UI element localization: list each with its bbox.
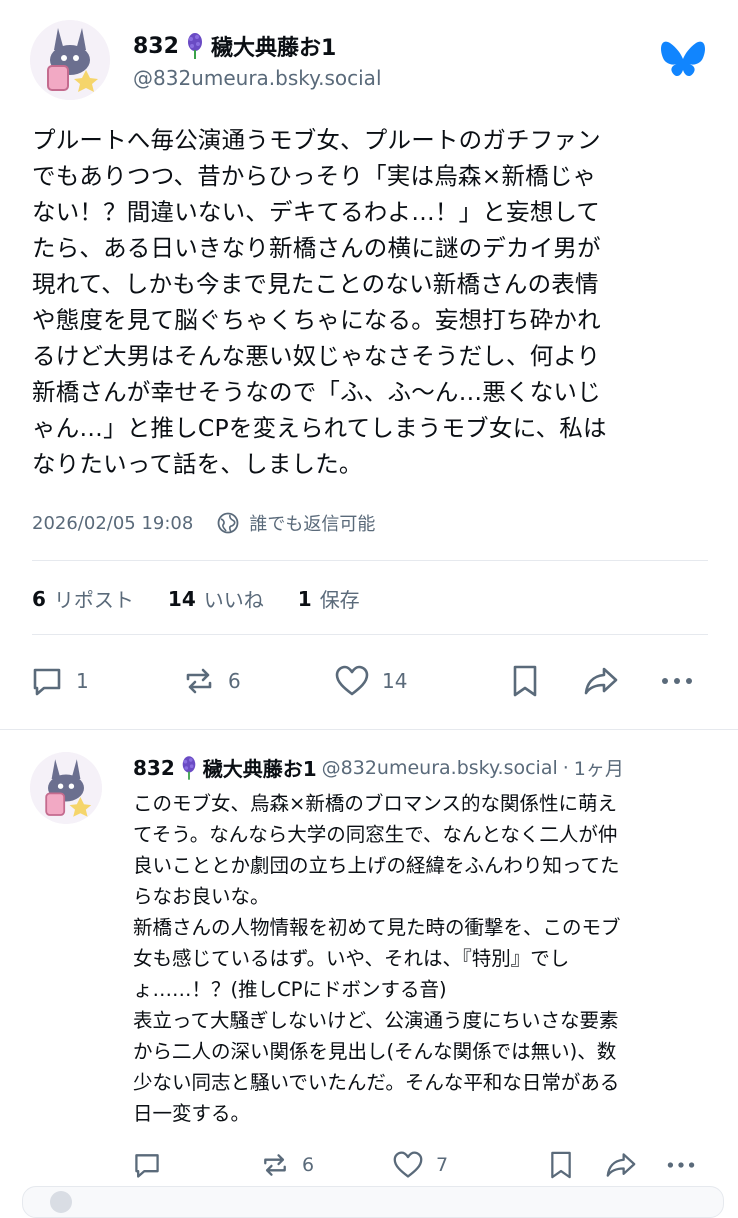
divider (32, 560, 708, 561)
composer-bar[interactable] (22, 1186, 724, 1218)
repost-button[interactable]: 6 (182, 664, 241, 698)
share-icon (606, 1153, 636, 1177)
reply-reply-button[interactable] (132, 1150, 174, 1180)
bookmark-icon (551, 1151, 571, 1179)
reply-repost-count: 6 (302, 1154, 315, 1176)
more-icon (662, 678, 692, 684)
reply-body-line: ょ……！？(推しCPにドボンする音) (133, 978, 447, 1001)
reply-body-line: このモブ女、烏森×新橋のブロマンス的な関係性に萌え (133, 792, 617, 815)
reply-header: 832 穢大典藤お1 @832umeura.bsky.social · 1ヶ月 (133, 753, 624, 782)
more-button[interactable] (658, 664, 696, 698)
reply-setting[interactable]: 誰でも返信可能 (249, 510, 375, 536)
post-meta: 2026/02/05 19:08 誰でも返信可能 (32, 510, 375, 536)
post-timestamp[interactable]: 2026/02/05 19:08 (32, 513, 193, 534)
reply-count: 1 (76, 669, 89, 693)
reply-like-count: 7 (436, 1154, 449, 1176)
composer-avatar (50, 1191, 72, 1213)
reply-body-line: から二人の深い関係を見出し(そんな関係では無い)、数 (133, 1040, 617, 1063)
post-body: プルートへ毎公演通うモブ女、プルートのガチファン でもありつつ、昔からひっそり「… (32, 122, 722, 482)
reply-body-line: 表立って大騒ぎしないけど、公演通う度にちいさな要素 (133, 1009, 619, 1032)
reply-separator: · (562, 756, 569, 779)
post-stats: 6 リポスト 14 いいね 1 保存 (32, 584, 360, 613)
reply-button[interactable]: 1 (30, 664, 89, 698)
reposts-count[interactable]: 6 (32, 587, 46, 611)
author-name[interactable]: 832 (133, 34, 179, 59)
reply-icon (33, 668, 61, 696)
reply-icon (135, 1154, 159, 1178)
post-body-line: ゃん…」と推しCPを変えられてしまうモブ女に、私は (32, 414, 607, 442)
post-body-line: るけど大男はそんな悪い奴じゃなさそうだし、何より (32, 342, 601, 370)
butterfly-icon[interactable] (660, 40, 706, 80)
heart-icon (393, 1151, 423, 1178)
author-name-row[interactable]: 832 穢大典藤お1 (133, 30, 336, 62)
more-icon (667, 1162, 695, 1168)
reply-author-name-suffix[interactable]: 穢大典藤お1 (203, 753, 317, 782)
reply-body-line: 少ない同志と騒いでいたんだ。そんな平和な日常がある (133, 1071, 620, 1094)
likes-label[interactable]: いいね (204, 584, 264, 613)
divider (32, 634, 708, 635)
saves-count[interactable]: 1 (298, 587, 312, 611)
reply-repost-button[interactable]: 6 (260, 1150, 314, 1180)
reply-body-line: らなお良いな。 (133, 885, 270, 908)
post-body-line: でもありつつ、昔からひっそり「実は烏森×新橋じゃ (32, 162, 597, 190)
reply-author-name[interactable]: 832 (133, 756, 175, 780)
post-body-line: ない！？間違いない、デキてるわよ…！」と妄想して (32, 198, 601, 226)
reply-more-button[interactable] (664, 1150, 698, 1180)
section-divider (0, 729, 738, 730)
likes-count[interactable]: 14 (168, 587, 196, 611)
like-count: 14 (382, 669, 408, 693)
author-avatar[interactable] (30, 20, 110, 100)
post-body-line: 現れて、しかも今まで見たことのない新橋さんの表情 (32, 270, 599, 298)
reply-body-line: てそう。なんなら大学の同窓生で、なんとなく二人が仲 (133, 823, 618, 846)
repost-icon (186, 668, 212, 694)
heart-icon (335, 665, 369, 696)
post-body-line: や態度を見て脳ぐちゃくちゃになる。妄想打ち砕かれ (32, 306, 601, 334)
reply-body-line: 良いこととか劇団の立ち上げの経緯をふんわり知ってた (133, 854, 620, 877)
bookmark-button[interactable] (510, 664, 540, 698)
repost-count: 6 (228, 669, 241, 693)
reply-author-avatar[interactable] (30, 752, 102, 824)
reply-body-line: 日一変する。 (133, 1102, 251, 1125)
share-icon (584, 667, 618, 695)
like-button[interactable]: 14 (334, 664, 407, 698)
post-body-line: なりたいって話を、しました。 (32, 450, 363, 478)
hyacinth-icon (180, 755, 198, 780)
reposts-label[interactable]: リポスト (54, 584, 134, 613)
reply-like-button[interactable]: 7 (392, 1150, 448, 1180)
post-body-line: プルートへ毎公演通うモブ女、プルートのガチファン (32, 126, 601, 154)
share-button[interactable] (582, 664, 620, 698)
reply-body-line: 新橋さんの人物情報を初めて見た時の衝撃を、このモブ (133, 916, 621, 939)
post-body-line: 新橋さんが幸せそうなので「ふ、ふ〜ん…悪くないじ (32, 378, 601, 406)
reply-bookmark-button[interactable] (548, 1150, 574, 1180)
globe-icon (217, 512, 239, 534)
reply-handle[interactable]: @832umeura.bsky.social (322, 757, 558, 779)
post-body-line: たら、ある日いきなり新橋さんの横に謎のデカイ男が (32, 234, 601, 262)
reply-share-button[interactable] (604, 1150, 638, 1180)
saves-label[interactable]: 保存 (320, 584, 360, 613)
author-handle[interactable]: @832umeura.bsky.social (133, 66, 382, 90)
bookmark-icon (513, 665, 537, 697)
author-name-suffix[interactable]: 穢大典藤お1 (211, 30, 336, 62)
reply-body-line: 女も感じているはず。いや、それは、『特別』でし (133, 947, 570, 970)
reply-body: このモブ女、烏森×新橋のブロマンス的な関係性に萌え てそう。なんなら大学の同窓生… (133, 788, 723, 1129)
hyacinth-icon (185, 33, 205, 59)
reply-age[interactable]: 1ヶ月 (574, 754, 624, 781)
repost-icon (264, 1154, 286, 1176)
